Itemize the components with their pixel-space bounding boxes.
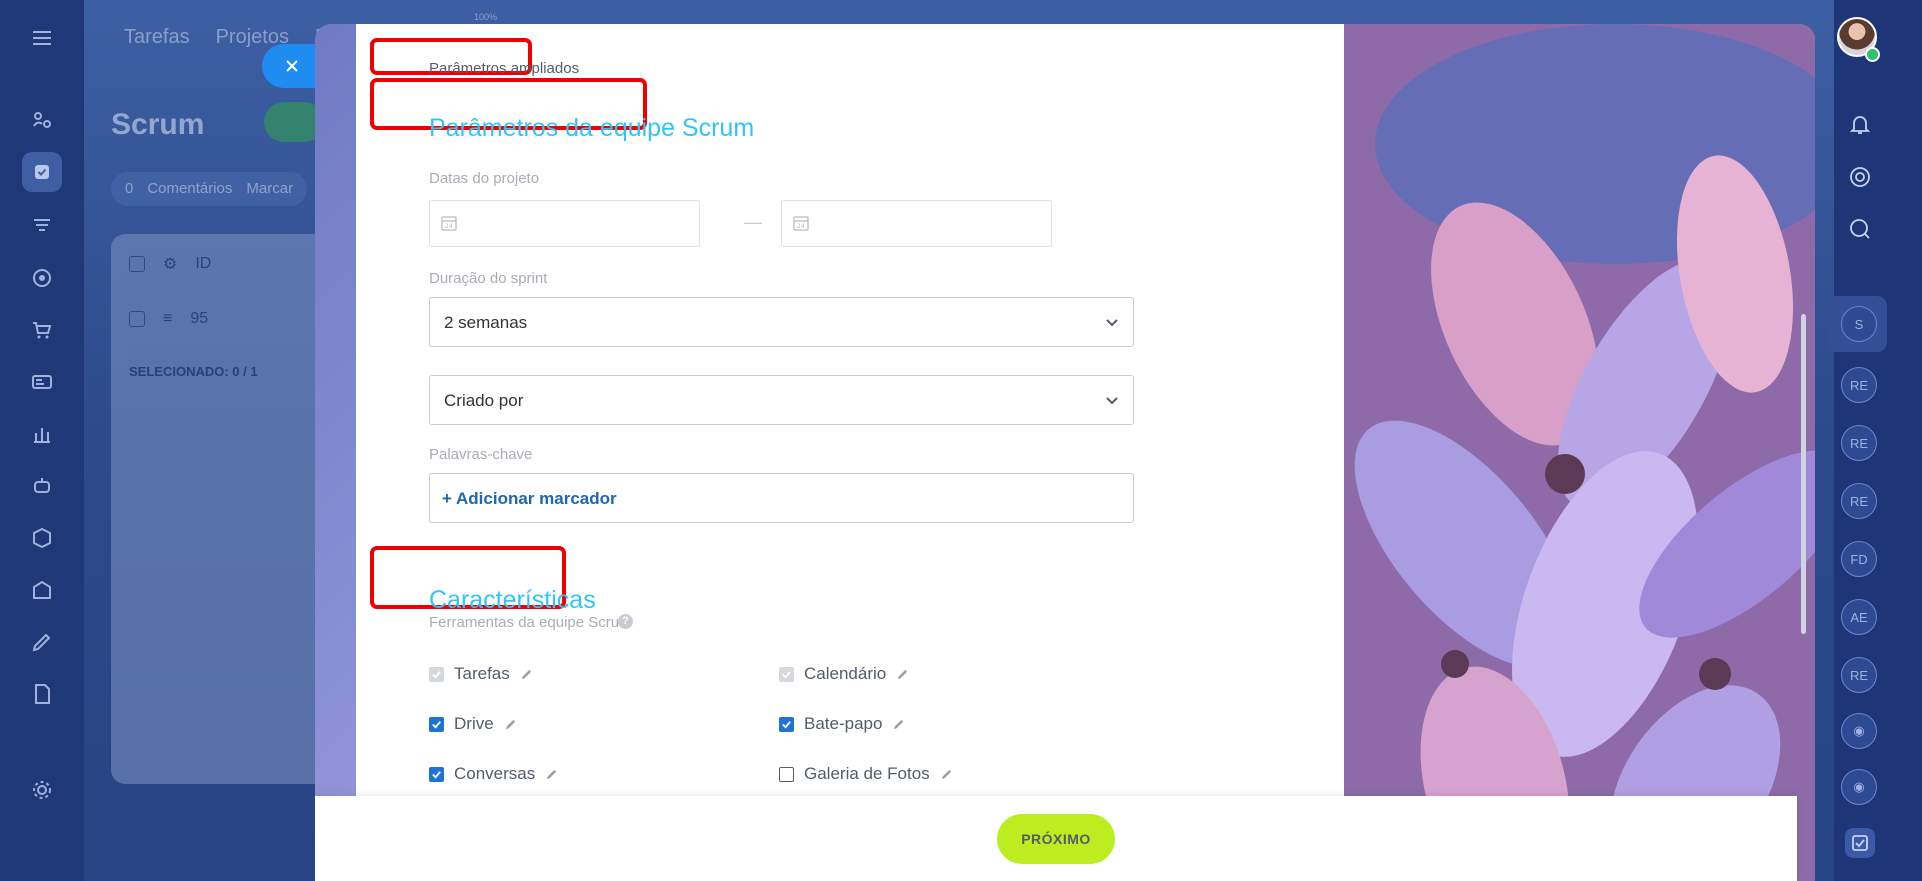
chat-avatar[interactable]: FD <box>1841 541 1877 577</box>
funnel-icon[interactable] <box>22 206 62 246</box>
crm-icon[interactable] <box>22 100 62 140</box>
chat-avatar[interactable]: RE <box>1841 657 1877 693</box>
checkbox[interactable] <box>429 666 444 682</box>
group-chat-icon[interactable]: ◉ <box>1841 713 1877 749</box>
copilot-icon[interactable] <box>1845 162 1875 192</box>
checkbox[interactable] <box>779 666 794 682</box>
row-id: 95 <box>190 310 209 327</box>
checkbox[interactable] <box>779 766 794 782</box>
slider-scrollbar[interactable] <box>1801 314 1806 634</box>
checkbox[interactable] <box>429 716 444 732</box>
create-scrum-slider: Parâmetros ampliados Parâmetros da equip… <box>315 24 1815 881</box>
marker-label: Marcar <box>246 180 294 197</box>
chevron-down-icon <box>1106 397 1118 405</box>
sprint-duration-label: Duração do sprint <box>429 270 548 287</box>
add-tag-link[interactable]: + Adicionar marcador <box>442 489 617 508</box>
pencil-icon[interactable] <box>896 668 909 681</box>
feature-conversations[interactable]: Conversas <box>429 764 558 784</box>
chat-avatar[interactable]: RE <box>1841 483 1877 519</box>
comments-count: 0 <box>125 180 134 197</box>
feature-chat[interactable]: Bate-papo <box>779 714 905 734</box>
start-date-input[interactable]: 24 <box>429 200 700 247</box>
feature-label: Tarefas <box>454 664 510 683</box>
pencil-icon[interactable] <box>940 768 953 781</box>
close-icon <box>286 60 298 72</box>
chat-avatar[interactable]: RE <box>1841 367 1877 403</box>
app-window: Tarefas Projetos F 100% Scrum 0 Comentár… <box>0 0 1922 881</box>
cart-icon[interactable] <box>22 310 62 350</box>
project-dates-label: Datas do projeto <box>429 170 540 187</box>
task-table: ⚙ ID ≡ 95 SELECIONADO: 0 / 1 <box>111 234 341 784</box>
comments-label: Comentários <box>147 180 233 197</box>
features-title: Características <box>429 586 596 614</box>
analytics-icon[interactable] <box>22 414 62 454</box>
date-separator: — <box>744 212 762 232</box>
target-icon[interactable] <box>22 258 62 298</box>
scrum-params-title: Parâmetros da equipe Scrum <box>429 114 755 142</box>
svg-text:24: 24 <box>797 223 805 230</box>
online-status-icon <box>1865 47 1880 62</box>
feature-label: Conversas <box>454 764 536 783</box>
checkbox[interactable] <box>429 766 444 782</box>
end-date-input[interactable]: 24 <box>781 200 1052 247</box>
chat-avatar[interactable]: RE <box>1841 425 1877 461</box>
chat-avatar[interactable]: S <box>1841 306 1877 342</box>
calendar-icon: 24 <box>793 216 809 231</box>
gear-icon[interactable]: ⚙ <box>163 254 177 274</box>
card-icon[interactable] <box>22 362 62 402</box>
pencil-icon[interactable] <box>892 718 905 731</box>
close-slider-button[interactable] <box>262 44 318 88</box>
chat-avatar[interactable]: AE <box>1841 599 1877 635</box>
tasks-icon[interactable] <box>22 152 62 192</box>
advanced-params-link[interactable]: Parâmetros ampliados <box>429 60 580 79</box>
page-title: Scrum <box>111 108 205 141</box>
slider-footer: PRÓXIMO <box>315 796 1797 881</box>
feature-tasks[interactable]: Tarefas <box>429 664 533 684</box>
settings-icon[interactable] <box>22 770 62 810</box>
sprint-duration-select[interactable]: 2 semanas <box>429 297 1134 347</box>
pencil-icon[interactable] <box>520 668 533 681</box>
id-header: ID <box>195 255 212 272</box>
pencil-icon[interactable] <box>545 768 558 781</box>
keywords-label: Palavras-chave <box>429 446 533 463</box>
nav-tasks[interactable]: Tarefas <box>124 26 190 49</box>
tasks-check-icon[interactable] <box>1845 828 1875 858</box>
tools-label: Ferramentas da equipe Scrum <box>429 614 632 631</box>
sprint-duration-value: 2 semanas <box>444 313 528 332</box>
menu-icon[interactable] <box>22 18 62 58</box>
left-sidebar <box>0 0 84 881</box>
robot-icon[interactable] <box>22 466 62 506</box>
feature-label: Galeria de Fotos <box>804 764 930 783</box>
svg-text:24: 24 <box>445 223 453 230</box>
pencil-icon[interactable] <box>504 718 517 731</box>
sign-icon[interactable] <box>22 622 62 662</box>
document-icon[interactable] <box>22 674 62 714</box>
created-by-select[interactable]: Criado por <box>429 375 1134 425</box>
feature-calendar[interactable]: Calendário <box>779 664 909 684</box>
box-icon[interactable] <box>22 518 62 558</box>
group-chat-icon[interactable]: ◉ <box>1841 769 1877 805</box>
help-icon[interactable]: ? <box>618 614 633 629</box>
building-icon[interactable] <box>22 570 62 610</box>
tags-field[interactable]: + Adicionar marcador <box>429 473 1134 523</box>
selected-count: SELECIONADO: 0 / 1 <box>129 364 258 379</box>
feature-label: Bate-papo <box>804 714 883 733</box>
calendar-icon: 24 <box>441 216 457 231</box>
created-by-value: Criado por <box>444 391 524 410</box>
select-all-checkbox[interactable] <box>129 256 145 272</box>
bell-icon[interactable] <box>1845 110 1875 140</box>
chevron-down-icon <box>1106 319 1118 327</box>
feature-photo-gallery[interactable]: Galeria de Fotos <box>779 764 953 784</box>
zoom-level: 100% <box>474 12 498 22</box>
scrum-settings-form: Parâmetros ampliados Parâmetros da equip… <box>356 24 1344 799</box>
feature-label: Calendário <box>804 664 887 683</box>
search-chat-icon[interactable] <box>1845 214 1875 244</box>
comments-filter[interactable]: 0 Comentários Marcar <box>111 172 308 206</box>
next-button[interactable]: PRÓXIMO <box>997 813 1115 864</box>
feature-drive[interactable]: Drive <box>429 714 517 734</box>
drag-handle-icon[interactable]: ≡ <box>163 310 172 328</box>
feature-label: Drive <box>454 714 494 733</box>
checkbox[interactable] <box>779 716 794 732</box>
row-checkbox[interactable] <box>129 311 145 327</box>
